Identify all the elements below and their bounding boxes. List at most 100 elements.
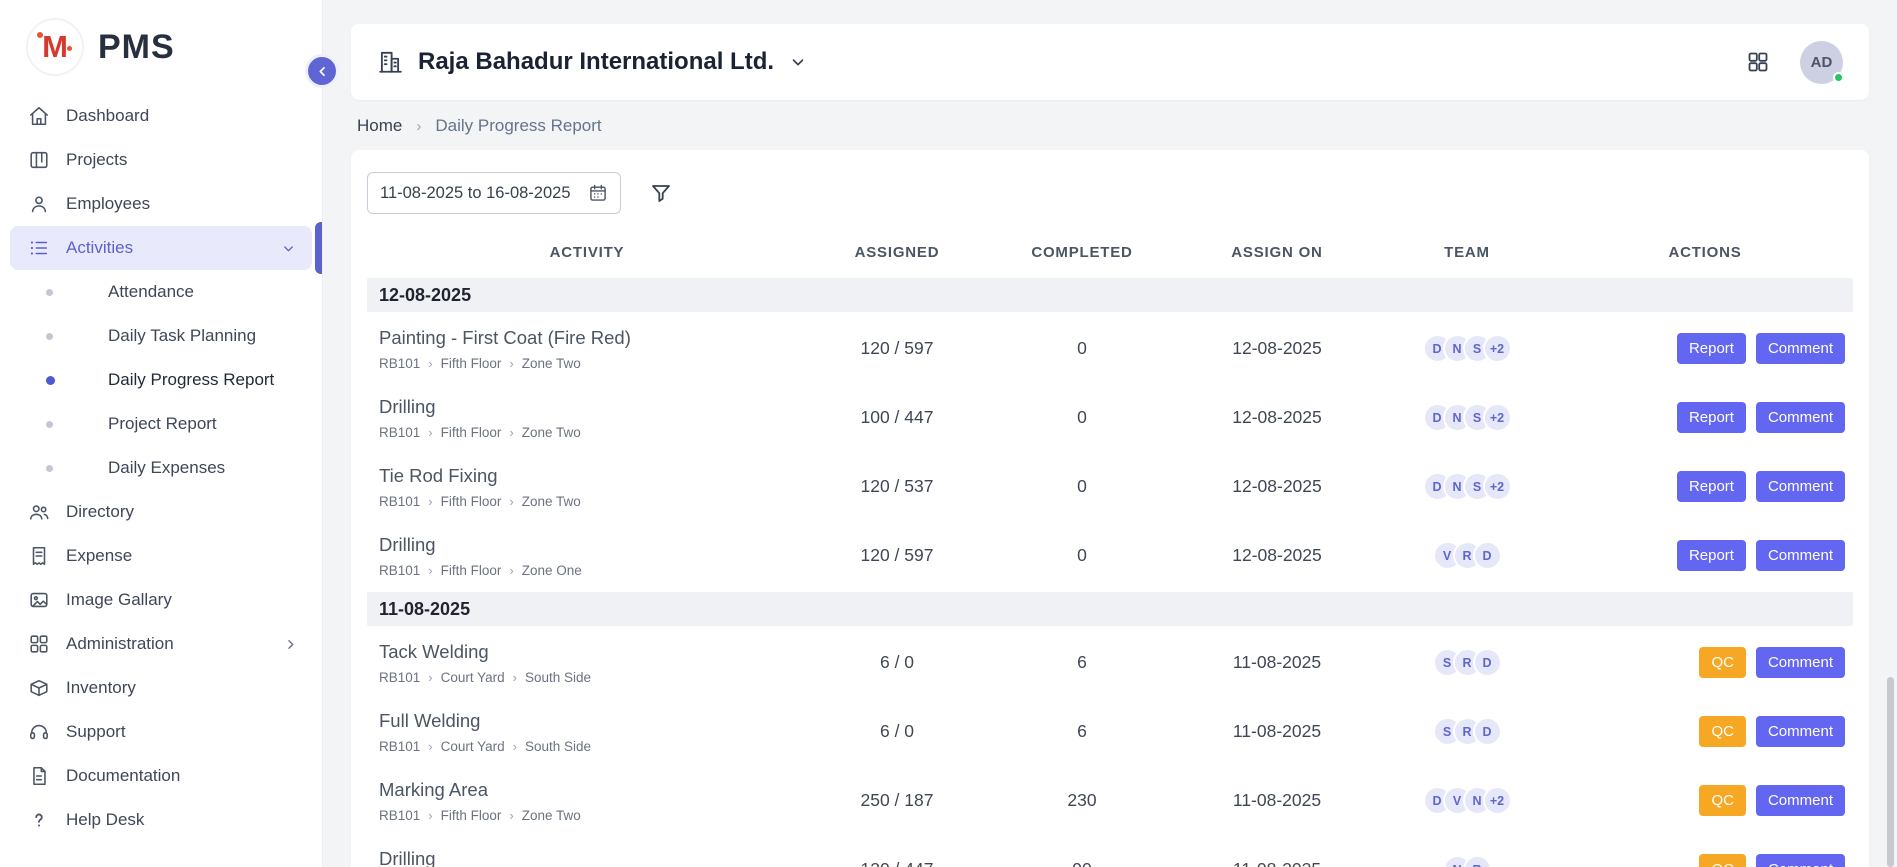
- chevron-down-icon: [281, 241, 296, 256]
- sidebar-item-label: Directory: [66, 502, 134, 522]
- comment-button[interactable]: Comment: [1756, 785, 1845, 816]
- team-avatar-more[interactable]: +2: [1483, 786, 1512, 815]
- activity-title: Marking Area: [379, 779, 807, 801]
- sidebar-item-label: Expense: [66, 546, 132, 566]
- sidebar-item-support[interactable]: Support: [0, 710, 322, 754]
- qc-button[interactable]: QC: [1699, 647, 1746, 678]
- sidebar: M PMS Dashboard Projects Employees Activ…: [0, 0, 323, 867]
- chevron-left-icon: [315, 64, 330, 79]
- filter-funnel-icon[interactable]: [649, 181, 673, 205]
- sidebar-item-inventory[interactable]: Inventory: [0, 666, 322, 710]
- list-icon: [28, 237, 50, 259]
- activity-title: Painting - First Coat (Fire Red): [379, 327, 807, 349]
- location-floor: Court Yard: [441, 739, 505, 754]
- qc-button[interactable]: QC: [1699, 785, 1746, 816]
- sidebar-item-image-gallery[interactable]: Image Gallary: [0, 578, 322, 622]
- breadcrumb-home[interactable]: Home: [357, 116, 402, 136]
- team-avatars: S R D: [1377, 648, 1557, 677]
- sidebar-item-help-desk[interactable]: Help Desk: [0, 798, 322, 842]
- team-avatar: D: [1473, 717, 1502, 746]
- team-avatars: D N S +2: [1377, 472, 1557, 501]
- sidebar-subitem-attendance[interactable]: Attendance: [0, 270, 322, 314]
- sidebar-item-label: Projects: [66, 150, 127, 170]
- kanban-icon: [28, 149, 50, 171]
- sidebar-subitem-daily-progress-report[interactable]: Daily Progress Report: [0, 358, 322, 402]
- date-range-input[interactable]: 11-08-2025 to 16-08-2025: [367, 172, 621, 214]
- sidebar-item-activities[interactable]: Activities: [10, 226, 312, 270]
- comment-button[interactable]: Comment: [1756, 333, 1845, 364]
- completed-value: 90: [987, 859, 1177, 867]
- chevron-right-icon: ›: [509, 425, 513, 440]
- sidebar-subitem-daily-expenses[interactable]: Daily Expenses: [0, 446, 322, 490]
- activity-title: Drilling: [379, 396, 807, 418]
- team-avatar-more[interactable]: +2: [1483, 472, 1512, 501]
- sidebar-item-projects[interactable]: Projects: [0, 138, 322, 182]
- comment-button[interactable]: Comment: [1756, 402, 1845, 433]
- comment-button[interactable]: Comment: [1756, 854, 1845, 867]
- question-icon: [28, 809, 50, 831]
- comment-button[interactable]: Comment: [1756, 471, 1845, 502]
- team-avatar-more[interactable]: +2: [1483, 403, 1512, 432]
- report-button[interactable]: Report: [1677, 540, 1746, 571]
- report-button[interactable]: Report: [1677, 333, 1746, 364]
- completed-value: 0: [987, 407, 1177, 428]
- company-name: Raja Bahadur International Ltd.: [418, 48, 774, 76]
- chevron-right-icon: ›: [428, 425, 432, 440]
- location-floor: Fifth Floor: [441, 494, 502, 509]
- person-icon: [28, 193, 50, 215]
- chevron-right-icon: [283, 637, 298, 652]
- sidebar-item-expense[interactable]: Expense: [0, 534, 322, 578]
- company-selector[interactable]: Raja Bahadur International Ltd.: [377, 48, 807, 76]
- location-code: RB101: [379, 494, 420, 509]
- assigned-value: 120 / 537: [807, 476, 987, 497]
- activity-location: RB101› Fifth Floor› Zone Two: [379, 425, 807, 440]
- comment-button[interactable]: Comment: [1756, 647, 1845, 678]
- apps-grid-icon[interactable]: [1746, 50, 1770, 74]
- team-avatar: D: [1473, 648, 1502, 677]
- comment-button[interactable]: Comment: [1756, 716, 1845, 747]
- filter-row: 11-08-2025 to 16-08-2025: [367, 172, 1853, 214]
- completed-value: 6: [987, 721, 1177, 742]
- column-header-assigned: ASSIGNED: [807, 244, 987, 261]
- user-avatar[interactable]: AD: [1800, 41, 1843, 84]
- sidebar-item-dashboard[interactable]: Dashboard: [0, 94, 322, 138]
- assigned-value: 120 / 597: [807, 545, 987, 566]
- qc-button[interactable]: QC: [1699, 716, 1746, 747]
- table-row: Tie Rod Fixing RB101› Fifth Floor› Zone …: [367, 452, 1853, 521]
- company-building-icon: [377, 49, 403, 75]
- assigned-value: 100 / 447: [807, 407, 987, 428]
- assign-on-value: 12-08-2025: [1177, 476, 1377, 497]
- sidebar-subitem-daily-task-planning[interactable]: Daily Task Planning: [0, 314, 322, 358]
- report-button[interactable]: Report: [1677, 402, 1746, 433]
- sidebar-subitem-project-report[interactable]: Project Report: [0, 402, 322, 446]
- chevron-right-icon: ›: [428, 494, 432, 509]
- vertical-scrollbar[interactable]: [1887, 677, 1894, 867]
- completed-value: 0: [987, 545, 1177, 566]
- sidebar-subitem-label: Daily Progress Report: [108, 370, 274, 390]
- sidebar-item-directory[interactable]: Directory: [0, 490, 322, 534]
- sidebar-item-label: Image Gallary: [66, 590, 172, 610]
- report-button[interactable]: Report: [1677, 471, 1746, 502]
- sidebar-item-administration[interactable]: Administration: [0, 622, 322, 666]
- comment-button[interactable]: Comment: [1756, 540, 1845, 571]
- completed-value: 6: [987, 652, 1177, 673]
- sidebar-item-label: Help Desk: [66, 810, 144, 830]
- sidebar-collapse-button[interactable]: [305, 54, 339, 88]
- completed-value: 0: [987, 476, 1177, 497]
- activity-title: Tack Welding: [379, 641, 807, 663]
- sidebar-item-employees[interactable]: Employees: [0, 182, 322, 226]
- sidebar-item-label: Documentation: [66, 766, 180, 786]
- chevron-right-icon: ›: [428, 739, 432, 754]
- sidebar-subitem-label: Daily Expenses: [108, 458, 225, 478]
- assign-on-value: 11-08-2025: [1177, 790, 1377, 811]
- team-avatars: S R D: [1377, 717, 1557, 746]
- location-code: RB101: [379, 670, 420, 685]
- location-floor: Fifth Floor: [441, 425, 502, 440]
- box-icon: [28, 677, 50, 699]
- team-avatar-more[interactable]: +2: [1483, 334, 1512, 363]
- sidebar-item-documentation[interactable]: Documentation: [0, 754, 322, 798]
- activity-title: Drilling: [379, 534, 807, 556]
- chevron-right-icon: ›: [428, 563, 432, 578]
- location-zone: Zone Two: [522, 494, 581, 509]
- qc-button[interactable]: QC: [1699, 854, 1746, 867]
